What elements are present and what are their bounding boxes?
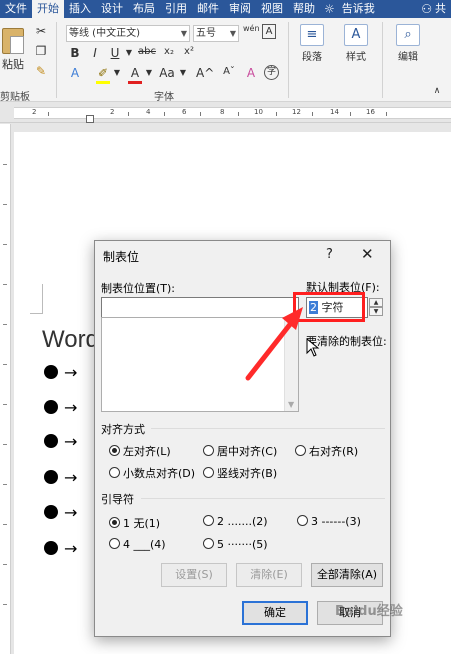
arrow-shaft (245, 315, 298, 381)
annotation-arrow (245, 307, 303, 381)
mouse-cursor-icon (306, 338, 320, 357)
watermark-text: Baidu经验 (335, 604, 403, 619)
